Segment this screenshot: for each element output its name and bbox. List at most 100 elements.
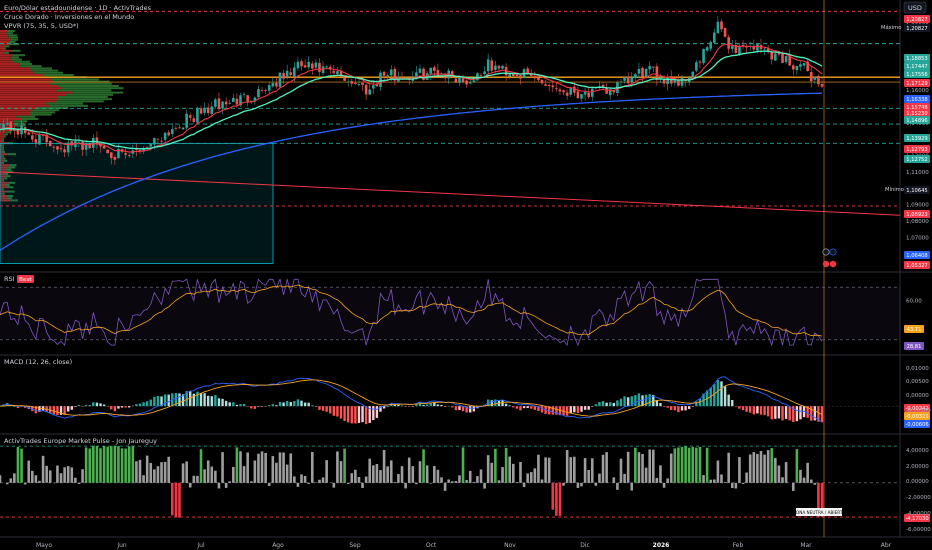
candle-body[interactable] [163,132,167,140]
candle-body[interactable] [167,132,171,136]
candle-body[interactable] [738,46,741,55]
candle-body[interactable] [791,65,795,70]
candle-body[interactable] [565,92,569,96]
candle-body[interactable] [802,63,806,66]
candle-body[interactable] [562,90,565,93]
candle-body[interactable] [106,149,109,154]
candle-body[interactable] [501,65,504,69]
candle-body[interactable] [336,71,339,74]
candle-body[interactable] [702,49,705,64]
price-tag[interactable]: 1,12793 [904,145,930,153]
candle-body[interactable] [153,138,156,145]
candle-body[interactable] [314,62,318,68]
price-tag[interactable]: 1,17447 [904,62,930,70]
candle-body[interactable] [382,71,386,76]
candle-body[interactable] [285,70,289,78]
rsi-tag[interactable]: 28,81 [904,342,924,350]
candle-body[interactable] [483,71,486,75]
candle-body[interactable] [350,81,354,84]
candle-body[interactable] [799,64,802,67]
candle-body[interactable] [465,80,468,85]
candle-body[interactable] [20,125,23,135]
candle-body[interactable] [38,134,41,145]
candle-body[interactable] [533,76,537,79]
candle-body[interactable] [34,139,38,143]
candle-body[interactable] [160,140,163,142]
candle-body[interactable] [497,66,501,69]
price-tag[interactable]: 1,17129 [904,79,930,87]
candle-body[interactable] [379,72,382,88]
rsi-tag[interactable]: 43,71 [904,325,924,333]
candle-body[interactable] [781,53,784,63]
candle-body[interactable] [583,92,587,95]
candle-body[interactable] [52,146,56,148]
candle-body[interactable] [210,106,214,114]
candle-body[interactable] [490,60,494,71]
candle-body[interactable] [770,52,774,60]
candle-body[interactable] [63,149,66,153]
candle-body[interactable] [763,48,766,50]
macd-tag[interactable]: -0,00606 [904,420,930,428]
candle-body[interactable] [214,99,217,107]
candle-body[interactable] [113,157,117,160]
candle-body[interactable] [27,132,31,135]
candle-body[interactable] [228,102,232,104]
candle-body[interactable] [515,74,519,76]
candle-body[interactable] [590,88,594,97]
candle-body[interactable] [741,44,745,46]
candle-body[interactable] [242,94,246,96]
candle-body[interactable] [31,135,34,140]
candle-body[interactable] [206,107,210,114]
candle-body[interactable] [558,89,562,92]
candle-body[interactable] [479,74,483,76]
candle-body[interactable] [716,21,720,34]
candle-body[interactable] [318,62,321,72]
candle-body[interactable] [623,77,626,81]
candle-body[interactable] [576,91,580,99]
candle-body[interactable] [519,75,522,79]
candle-body[interactable] [145,146,149,148]
candle-body[interactable] [458,77,461,83]
candle-body[interactable] [774,53,777,61]
event-icon[interactable] [829,248,837,256]
chart-canvas[interactable]: Euro/Dólar estadounidense · 1D · ActivTr… [0,0,932,550]
candle-body[interactable] [698,61,702,63]
rsi-pane[interactable]: 43,71 28,81 [0,278,924,350]
candle-body[interactable] [77,141,81,143]
candle-body[interactable] [472,80,476,83]
candle-body[interactable] [124,153,127,155]
candle-body[interactable] [127,154,131,156]
candle-body[interactable] [476,73,479,81]
candle-body[interactable] [540,79,544,84]
price-tag[interactable]: 1,14896 [904,116,930,124]
candle-body[interactable] [174,128,178,130]
candle-body[interactable] [648,66,652,70]
candle-body[interactable] [289,72,293,75]
candle-body[interactable] [468,82,472,84]
candle-body[interactable] [156,138,160,140]
candle-body[interactable] [637,68,641,74]
candle-body[interactable] [278,72,282,87]
candle-body[interactable] [102,146,106,149]
price-tag[interactable]: 1,15230 [904,109,930,117]
candle-body[interactable] [630,77,634,83]
candle-body[interactable] [199,108,203,114]
candle-body[interactable] [246,95,249,102]
candle-body[interactable] [296,61,300,69]
candle-body[interactable] [109,152,113,159]
pulse-annotation[interactable]: ZONA NEUTRA / ABIERTA [793,508,845,516]
candle-body[interactable] [343,77,346,81]
price-tag[interactable]: 1,16338 [904,95,930,103]
candle-body[interactable] [264,90,267,91]
candle-body[interactable] [415,72,418,78]
candle-body[interactable] [673,80,677,83]
candle-body[interactable] [389,69,393,76]
candle-body[interactable] [512,73,515,77]
candle-body[interactable] [361,82,364,85]
candle-body[interactable] [817,75,820,85]
currency-button[interactable]: USD [903,1,927,14]
price-tag[interactable]: 1,12752 [904,155,930,163]
candle-body[interactable] [282,72,285,79]
candle-body[interactable] [730,45,734,49]
price-tag[interactable]: 1,17556 [904,70,930,78]
